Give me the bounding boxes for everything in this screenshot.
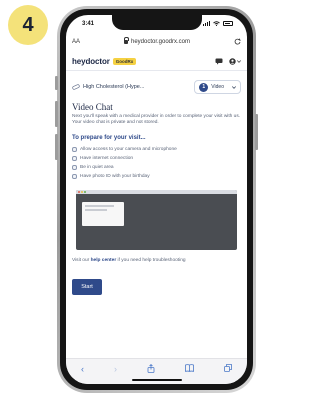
account-icon xyxy=(229,58,236,65)
list-item[interactable]: Allow access to your camera and micropho… xyxy=(72,145,241,154)
share-icon[interactable] xyxy=(147,364,155,373)
checkbox[interactable] xyxy=(72,165,77,170)
url-text[interactable]: heydoctor.goodrx.com xyxy=(131,39,190,45)
app-header: heydoctor GoodRx xyxy=(66,53,247,71)
tabs-icon[interactable] xyxy=(224,364,232,372)
back-button[interactable]: ‹ xyxy=(81,364,84,374)
browser-toolbar: ‹ › xyxy=(66,358,247,384)
wifi-icon xyxy=(213,21,220,26)
visit-step-select[interactable]: 1 Video xyxy=(194,80,241,94)
battery-icon xyxy=(223,21,233,26)
help-suffix: if you need help troubleshooting xyxy=(117,258,186,263)
page-title: Video Chat xyxy=(72,102,113,112)
condition-label: High Cholesterol (Hype... xyxy=(83,84,145,90)
account-menu[interactable] xyxy=(229,58,241,65)
power-button xyxy=(255,114,258,150)
help-prefix: Visit our xyxy=(72,258,90,263)
pill-icon xyxy=(72,84,80,90)
checkbox[interactable] xyxy=(72,147,77,152)
help-center-link[interactable]: help center xyxy=(91,258,117,263)
chevron-down-icon xyxy=(232,85,236,89)
visit-row: High Cholesterol (Hype... 1 Video xyxy=(72,77,241,97)
prep-checklist: Allow access to your camera and micropho… xyxy=(72,145,241,181)
brand-badge: GoodRx xyxy=(112,58,137,65)
phone-screen: 3:41 AA heydoctor.goodrx.com heydoctor G… xyxy=(66,15,247,384)
step-circle: 1 xyxy=(199,82,209,92)
step-number: 4 xyxy=(22,13,34,36)
signal-icon xyxy=(203,21,210,26)
checkbox[interactable] xyxy=(72,156,77,161)
permission-preview-image xyxy=(76,190,237,250)
volume-up-button xyxy=(55,101,58,127)
phone-frame: 3:41 AA heydoctor.goodrx.com heydoctor G… xyxy=(55,6,258,393)
chat-icon[interactable] xyxy=(215,58,223,65)
text-size-button[interactable]: AA xyxy=(72,39,80,45)
mute-switch xyxy=(55,76,58,90)
lock-icon xyxy=(123,37,130,44)
heydoctor-logo[interactable]: heydoctor xyxy=(72,57,110,66)
forward-button[interactable]: › xyxy=(114,364,117,374)
checklist-label: Be in quiet area xyxy=(80,165,114,170)
help-text: Visit our help center if you need help t… xyxy=(72,258,243,263)
reload-icon[interactable] xyxy=(234,38,241,45)
checklist-label: Allow access to your camera and micropho… xyxy=(80,147,177,152)
volume-down-button xyxy=(55,134,58,160)
prepare-heading: To prepare for your visit... xyxy=(72,135,146,141)
notch xyxy=(111,15,202,30)
book-icon[interactable] xyxy=(185,364,194,372)
checklist-label: Have internet connection xyxy=(80,156,134,161)
visit-step-label: Video xyxy=(211,84,224,90)
list-item[interactable]: Be in quiet area xyxy=(72,163,241,172)
address-bar[interactable]: AA heydoctor.goodrx.com xyxy=(72,35,241,48)
list-item[interactable]: Have photo ID with your birthday xyxy=(72,172,241,181)
checkbox[interactable] xyxy=(72,174,77,179)
status-time: 3:41 xyxy=(82,20,95,27)
start-button[interactable]: Start xyxy=(72,279,102,295)
list-item[interactable]: Have internet connection xyxy=(72,154,241,163)
intro-text: Next you'll speak with a medical provide… xyxy=(72,114,241,125)
preview-dialog xyxy=(82,202,124,226)
chevron-down-icon xyxy=(237,60,241,63)
checklist-label: Have photo ID with your birthday xyxy=(80,174,150,179)
step-badge: 4 xyxy=(8,5,48,45)
home-indicator xyxy=(131,379,182,381)
